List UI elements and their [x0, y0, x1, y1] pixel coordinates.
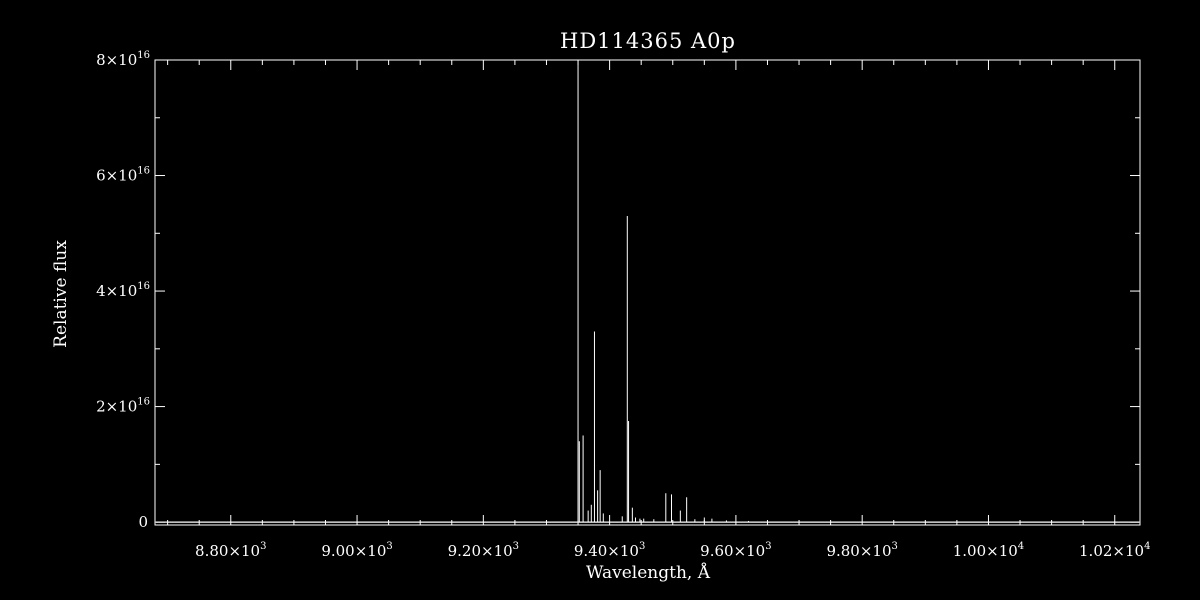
x-tick-label: 1.02×104 [1079, 541, 1150, 560]
x-tick-label: 9.00×103 [321, 541, 392, 560]
x-tick-label: 9.80×103 [826, 541, 897, 560]
y-tick-label: 0 [138, 513, 148, 531]
y-axis-label: Relative flux [51, 240, 71, 348]
x-tick-label: 8.80×103 [195, 541, 266, 560]
x-tick-label: 9.60×103 [700, 541, 771, 560]
x-tick-label: 9.20×103 [448, 541, 519, 560]
x-tick-label: 9.40×103 [574, 541, 645, 560]
x-tick-label: 1.00×104 [953, 541, 1024, 560]
spectrum-chart: 8.80×103 9.00×103 9.20×103 9.40×103 9.60×103… [0, 0, 1200, 600]
x-axis-label: Wavelength, Å [586, 562, 711, 583]
chart-title: HD114365 A0p [560, 29, 736, 53]
